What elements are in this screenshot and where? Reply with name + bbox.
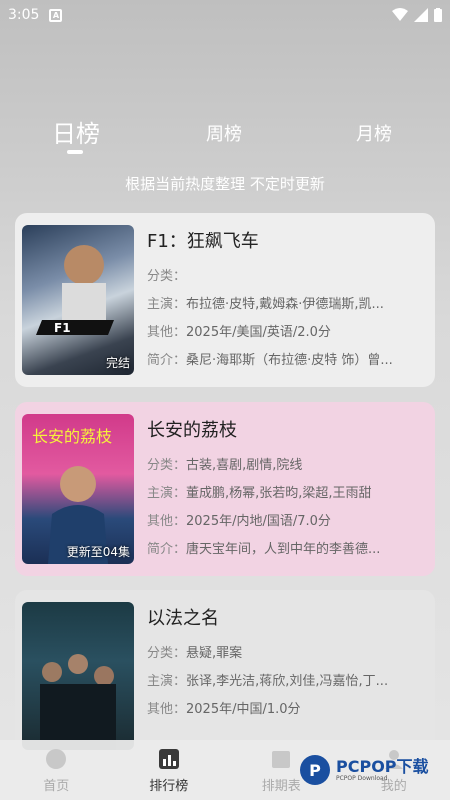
intro-label: 简介：: [147, 353, 187, 368]
list-item[interactable]: 以法之名 分类：悬疑,罪案 主演：张译,李光洁,蒋欣,刘佳,冯嘉怡,丁... 其…: [15, 590, 435, 750]
other-label: 其他：: [147, 325, 187, 340]
wifi-icon: [392, 8, 408, 21]
genre-label: 分类：: [147, 458, 187, 473]
status-icons: [392, 8, 442, 22]
tab-monthly[interactable]: 月榜: [350, 120, 398, 146]
item-cast: 主演：董成鹏,杨幂,张若昀,梁超,王雨甜: [147, 480, 422, 508]
battery-icon: [434, 8, 442, 22]
cast-value: 张译,李光洁,蒋欣,刘佳,冯嘉怡,丁...: [186, 674, 389, 689]
nav-schedule-label: 排期表: [261, 778, 301, 794]
list-item[interactable]: 长安的荔枝 更新至04集 长安的荔枝 分类：古装,喜剧,剧情,院线 主演：董成鹏…: [15, 402, 435, 576]
poster-art: [40, 654, 116, 750]
watermark: P PCPOP下载 PCPOP Download: [300, 752, 440, 788]
genre-value: 悬疑,罪案: [186, 646, 243, 661]
cast-value: 布拉德·皮特,戴姆森·伊德瑞斯,凯...: [186, 297, 384, 312]
poster-art: 长安的荔枝: [32, 427, 112, 564]
item-other: 其他：2025年/内地/国语/7.0分: [147, 508, 422, 536]
calendar-icon: [272, 750, 291, 768]
watermark-logo: P: [300, 755, 330, 785]
item-info: 以法之名 分类：悬疑,罪案 主演：张译,李光洁,蒋欣,刘佳,冯嘉怡,丁... 其…: [147, 604, 422, 724]
other-value: 2025年/美国/英语/2.0分: [186, 325, 331, 340]
status-badge: 更新至04集: [66, 545, 130, 559]
item-cast: 主演：布拉德·皮特,戴姆森·伊德瑞斯,凯...: [147, 291, 422, 319]
genre-label: 分类：: [147, 269, 187, 284]
item-info: 长安的荔枝 分类：古装,喜剧,剧情,院线 主演：董成鹏,杨幂,张若昀,梁超,王雨…: [147, 416, 422, 564]
signal-icon: [414, 8, 428, 22]
cast-label: 主演：: [147, 674, 187, 689]
cast-label: 主演：: [147, 297, 187, 312]
poster-image: 长安的荔枝 更新至04集: [22, 414, 134, 564]
poster-image: [22, 602, 134, 750]
item-genre: 分类：: [147, 263, 422, 291]
watermark-text-block: PCPOP下载 PCPOP Download: [336, 756, 429, 782]
status-time: 3:05: [8, 7, 40, 23]
item-genre: 分类：悬疑,罪案: [147, 640, 422, 668]
watermark-sub: PCPOP Download: [336, 774, 388, 782]
intro-value: 桑尼·海耶斯（布拉德·皮特 饰）曾...: [186, 353, 393, 368]
intro-value: 唐天宝年间，人到中年的李善德...: [186, 542, 381, 557]
home-icon: [46, 748, 67, 769]
watermark-text: PCPOP下载: [336, 756, 429, 776]
poster-art: F1: [36, 245, 114, 335]
item-other: 其他：2025年/中国/1.0分: [147, 696, 422, 724]
poster-image: F1 完结: [22, 225, 134, 375]
item-intro: 简介：唐天宝年间，人到中年的李善德...: [147, 536, 422, 564]
cast-value: 董成鹏,杨幂,张若昀,梁超,王雨甜: [186, 486, 372, 501]
item-cast: 主演：张译,李光洁,蒋欣,刘佳,冯嘉怡,丁...: [147, 668, 422, 696]
nav-ranking-label: 排行榜: [149, 778, 189, 794]
tab-daily[interactable]: 日榜: [50, 114, 102, 149]
item-intro: 简介：桑尼·海耶斯（布拉德·皮特 饰）曾...: [147, 347, 422, 375]
list-item[interactable]: F1 完结 F1：狂飙飞车 分类： 主演：布拉德·皮特,戴姆森·伊德瑞斯,凯..…: [15, 213, 435, 387]
item-info: F1：狂飙飞车 分类： 主演：布拉德·皮特,戴姆森·伊德瑞斯,凯... 其他：2…: [147, 227, 422, 375]
svg-text:长安的荔枝: 长安的荔枝: [32, 427, 112, 446]
other-label: 其他：: [147, 702, 187, 717]
status-bar: 3:05 A: [0, 0, 450, 30]
intro-label: 简介：: [147, 542, 187, 557]
cast-label: 主演：: [147, 486, 187, 501]
other-value: 2025年/中国/1.0分: [186, 702, 301, 717]
genre-label: 分类：: [147, 646, 187, 661]
item-title: 以法之名: [147, 608, 219, 629]
status-badge: 完结: [105, 356, 130, 370]
genre-value: 古装,喜剧,剧情,院线: [186, 458, 303, 473]
ranking-subtitle: 根据当前热度整理 不定时更新: [125, 175, 325, 193]
item-title: 长安的荔枝: [147, 420, 237, 441]
nav-home[interactable]: 首页: [0, 740, 113, 800]
other-label: 其他：: [147, 514, 187, 529]
ranking-icon: [158, 748, 179, 769]
a-notification-icon: A: [49, 8, 63, 22]
ranking-tabs: 日榜 周榜 月榜: [0, 112, 450, 154]
item-other: 其他：2025年/美国/英语/2.0分: [147, 319, 422, 347]
item-genre: 分类：古装,喜剧,剧情,院线: [147, 452, 422, 480]
svg-text:F1: F1: [54, 321, 71, 335]
tab-active-indicator: [67, 150, 83, 154]
nav-ranking[interactable]: 排行榜: [113, 740, 226, 800]
tab-weekly[interactable]: 周榜: [200, 120, 248, 146]
nav-home-label: 首页: [43, 778, 70, 794]
other-value: 2025年/内地/国语/7.0分: [186, 514, 331, 529]
item-title: F1：狂飙飞车: [147, 231, 259, 252]
